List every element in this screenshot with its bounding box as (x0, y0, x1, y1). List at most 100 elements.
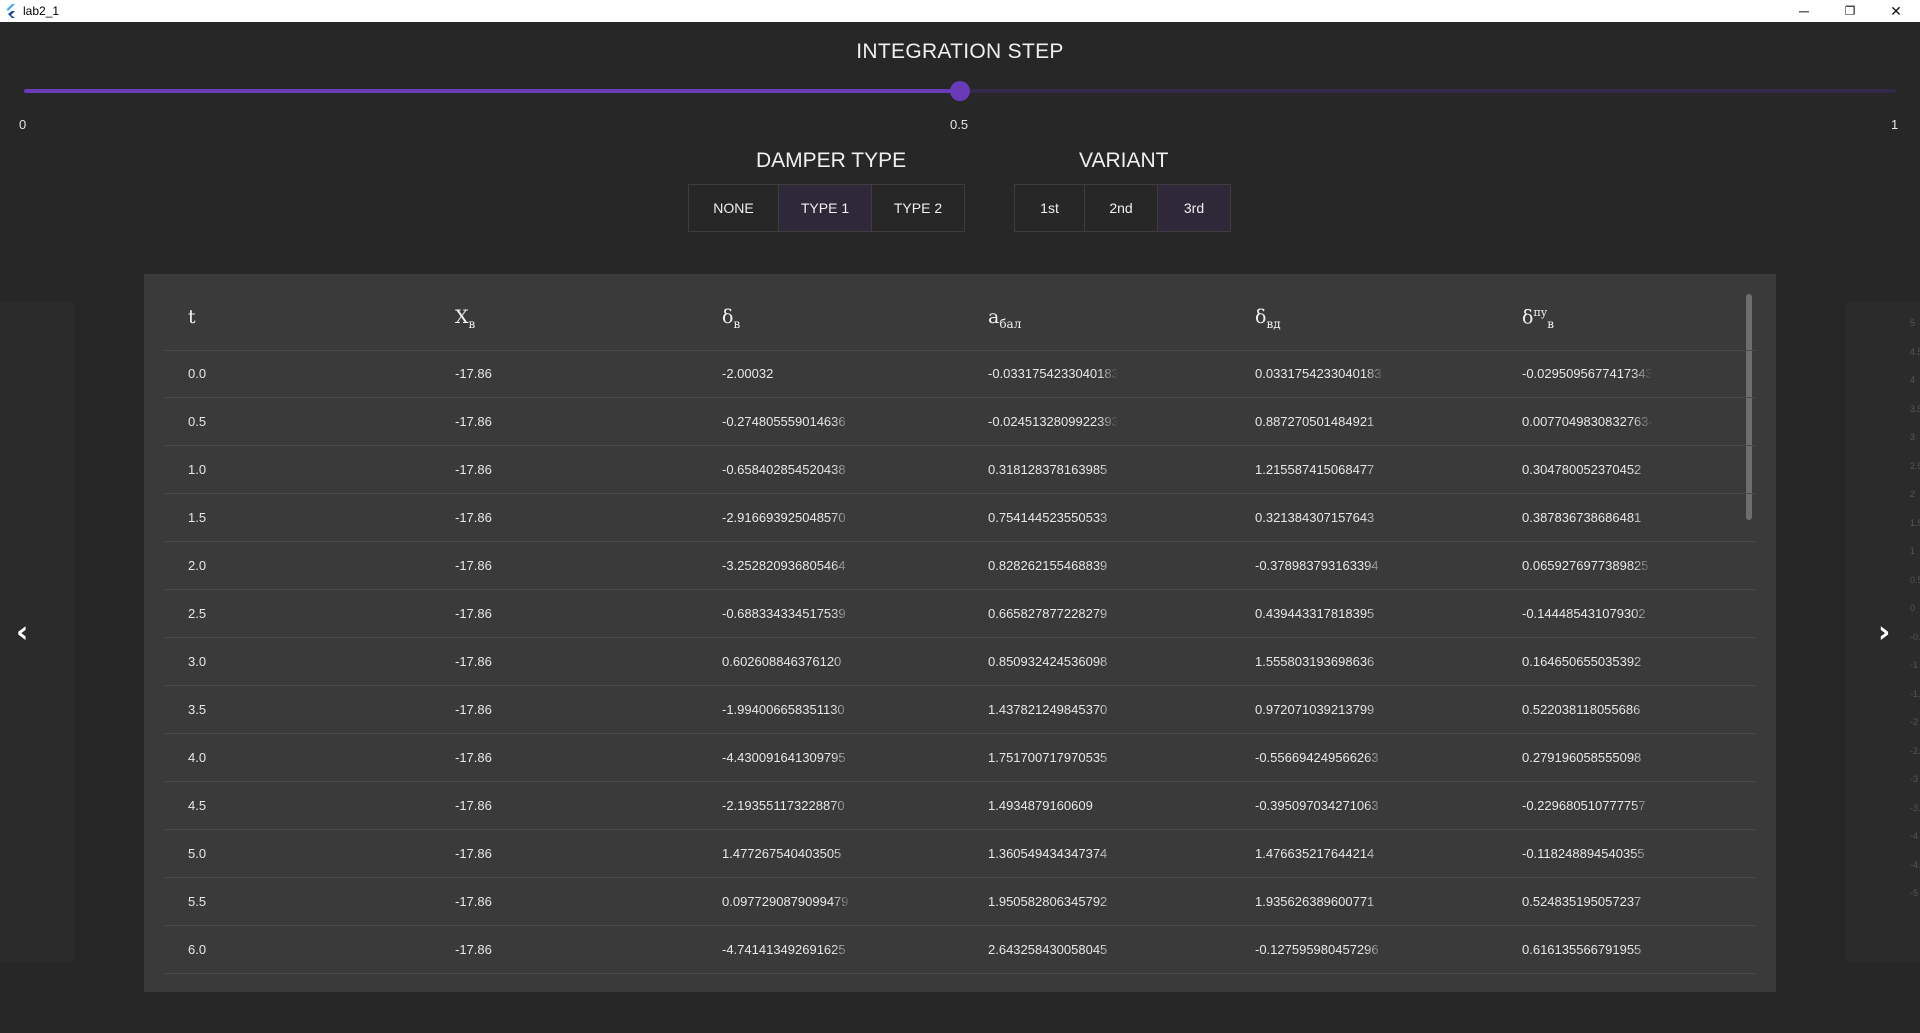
table-cell: 0.522038118055686 (1522, 702, 1641, 717)
window-titlebar: lab2_1 ─ ❐ ✕ (0, 0, 1920, 22)
step-slider-fill (24, 89, 960, 93)
integration-step-title: INTEGRATION STEP (856, 40, 1064, 63)
column-header-superscript: пу (1533, 306, 1548, 319)
table-cell: 4.0 (188, 750, 207, 765)
table-cell: -0.127595980457296 (1255, 942, 1379, 957)
table-cell: 1.477267540403505 (722, 846, 842, 861)
table-cell: -0.395097034271063 (1255, 798, 1379, 813)
axis-tick-label: -2 (1910, 717, 1919, 727)
column-header-4: δвд (1255, 306, 1281, 331)
column-header-symbol: t (188, 306, 196, 328)
table-cell: -17.86 (455, 606, 492, 621)
table-cell: -2.193551173228870 (722, 798, 845, 813)
close-button[interactable]: ✕ (1873, 0, 1919, 22)
column-header-1: Xв (455, 306, 475, 331)
table-cell: 0.279196058555098 (1522, 750, 1642, 765)
table-cell: -17.86 (455, 798, 492, 813)
table-cell: 4.5 (188, 798, 207, 813)
table-cell: 2.0 (188, 558, 207, 573)
damper-type-title: DAMPER TYPE (756, 149, 907, 172)
table-cell: 0.164650655035392 (1522, 654, 1642, 669)
table-cell: 1.0 (188, 462, 207, 477)
table-cell: 0.387836738686481 (1522, 510, 1642, 525)
table-cell: 2.5 (188, 606, 207, 621)
table-row: 5.0 -17.86 1.477267540403505 1.360549434347… (164, 830, 1756, 878)
table-cell: 1.437821249845370 (988, 702, 1108, 717)
table-cell: -17.86 (455, 894, 492, 909)
column-header-3: aбал (988, 306, 1021, 331)
axis-tick-label: -1.5 (1910, 688, 1920, 699)
variant-3rd-button[interactable]: 3rd (1158, 185, 1230, 231)
table-cell: -3.252820936805464 (722, 558, 846, 573)
table-cell: -0.0295095677417343 (1522, 366, 1652, 381)
table-cell: -17.86 (455, 702, 492, 717)
damper-none-button[interactable]: NONE (689, 185, 779, 231)
table-row: 1.0 -17.86 -0.658402854520438 0.31812837816… (164, 446, 1756, 494)
table-cell: 0.665827877228279 (988, 606, 1108, 621)
table-cell: 0.0977290879099479 (722, 894, 849, 909)
table-cell: 1.5 (188, 510, 207, 525)
table-cell: -0.274805559014636 (722, 414, 846, 429)
table-cell: 0.972071039213799 (1255, 702, 1375, 717)
axis-tick-label: -4.5 (1910, 859, 1920, 870)
table-cell: -17.86 (455, 654, 492, 669)
axis-tick-label: -1 (1910, 660, 1919, 670)
variant-selector: 1st 2nd 3rd (1014, 184, 1231, 232)
table-cell: -0.378983793163394 (1255, 558, 1379, 573)
table-cell: 3.5 (188, 702, 207, 717)
table-cell: -0.229680510777757 (1522, 798, 1646, 813)
table-cell: 0.0 (188, 366, 207, 381)
axis-tick-label: 0 (1910, 603, 1916, 613)
column-header-symbol: X (455, 306, 469, 328)
axis-tick-label: 0.5 (1910, 574, 1920, 585)
table-cell: 1.215587415068477 (1255, 462, 1375, 477)
table-row: 5.5 -17.86 0.0977290879099479 1.95058280634… (164, 878, 1756, 926)
table-cell: -4.430091641309795 (722, 750, 846, 765)
slider-max-label: 1 (1891, 117, 1899, 132)
axis-tick-label: -3 (1910, 774, 1919, 784)
chevron-right-icon[interactable]: › (1878, 615, 1890, 650)
table-cell: -17.86 (455, 846, 492, 861)
table-cell: 1.950582806345792 (988, 894, 1108, 909)
slider-mid-label: 0.5 (950, 117, 969, 132)
table-row: 0.5 -17.86 -0.274805559014636 -0.0245132809… (164, 398, 1756, 446)
table-cell: 5.0 (188, 846, 207, 861)
column-header-5: δпув (1522, 306, 1554, 331)
table-cell: 2.643258430058045 (988, 942, 1108, 957)
variant-2nd-button[interactable]: 2nd (1085, 185, 1158, 231)
table-cell: 0.616135566791955 (1522, 942, 1642, 957)
table-cell: -0.658402854520438 (722, 462, 846, 477)
table-cell: 0.0659276977389825 (1522, 558, 1649, 573)
column-header-subscript: в (468, 316, 476, 331)
flutter-app-icon (6, 4, 15, 18)
slider-min-label: 0 (19, 117, 27, 132)
table-cell: -17.86 (455, 558, 492, 573)
axis-tick-label: 1.5 (1910, 517, 1920, 528)
table-cell: 0.524835195057237 (1522, 894, 1642, 909)
table-cell: -1.994006658351130 (722, 702, 845, 717)
column-header-2: δв (722, 306, 740, 331)
step-slider-thumb[interactable] (950, 81, 970, 101)
table-cell: -4.741413492691625 (722, 942, 846, 957)
axis-tick-label: 2.5 (1910, 460, 1920, 471)
table-cell: 1.555803193698636 (1255, 654, 1375, 669)
chevron-left-icon[interactable]: ‹ (16, 615, 28, 650)
table-cell: 0.439443317818395 (1255, 606, 1375, 621)
column-header-subscript: вд (1266, 316, 1281, 331)
table-cell: 1.476635217644214 (1255, 846, 1375, 861)
table-cell: 0.754144523550533 (988, 510, 1108, 525)
table-cell: -0.688334334517539 (722, 606, 846, 621)
maximize-button[interactable]: ❐ (1827, 0, 1873, 22)
table-cell: -17.86 (455, 510, 492, 525)
damper-type-selector: NONE TYPE 1 TYPE 2 (688, 184, 965, 232)
table-row: 3.5 -17.86 -1.994006658351130 1.43782124984… (164, 686, 1756, 734)
window-title: lab2_1 (23, 4, 60, 18)
damper-type2-button[interactable]: TYPE 2 (872, 185, 964, 231)
column-header-subscript: в (733, 316, 741, 331)
table-row: 6.0 -17.86 -4.741413492691625 2.64325843005… (164, 926, 1756, 974)
variant-1st-button[interactable]: 1st (1015, 185, 1085, 231)
table-cell: 1.4934879160609 (988, 798, 1093, 813)
minimize-button[interactable]: ─ (1781, 0, 1827, 22)
table-cell: 0.602608846376120 (722, 654, 842, 669)
damper-type1-button[interactable]: TYPE 1 (779, 185, 872, 231)
